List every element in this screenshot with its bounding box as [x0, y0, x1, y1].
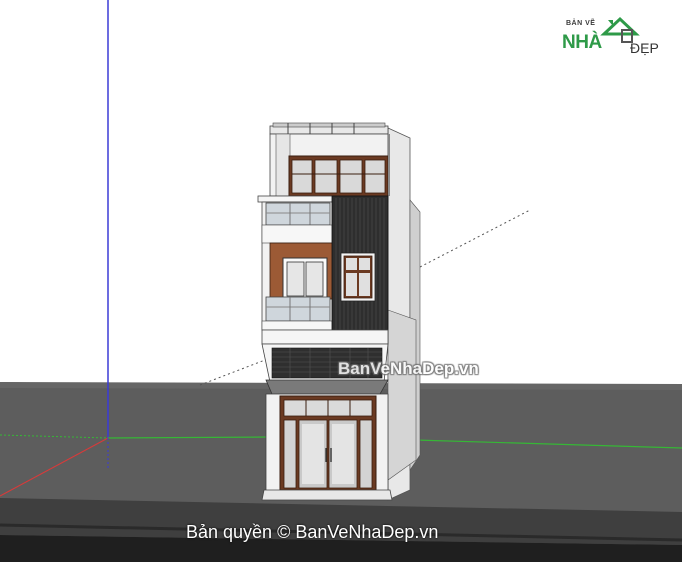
- sketchup-viewport[interactable]: BanVeNhaDep.vn Bản quyền © BanVeNhaDep.v…: [0, 0, 682, 562]
- logo-small-text: BẢN VẼ: [566, 20, 596, 27]
- brand-logo: BẢN VẼ NHÀ ĐẸP: [562, 16, 674, 66]
- 3d-scene[interactable]: [0, 0, 682, 562]
- watermark-copyright-text: Bản quyền © BanVeNhaDep.vn: [186, 522, 439, 542]
- building-model[interactable]: [257, 122, 421, 501]
- watermark-center-text: BanVeNhaDep.vn: [338, 359, 479, 378]
- logo-brand-text: NHÀ: [562, 32, 602, 53]
- logo-suffix-text: ĐẸP: [630, 40, 659, 56]
